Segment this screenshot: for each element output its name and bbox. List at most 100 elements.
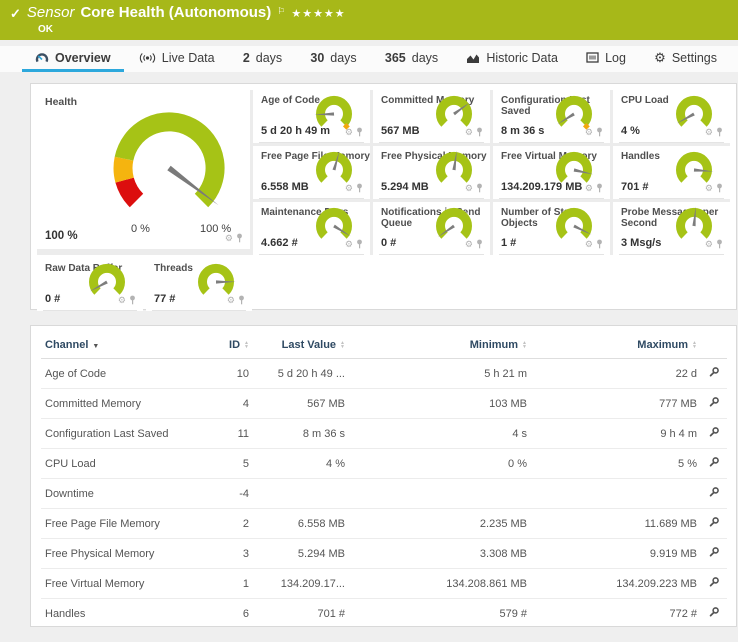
channel-settings-button[interactable] [708,516,720,528]
cell-last_value: 6.558 MB [253,509,349,539]
tab-365-days[interactable]: 365days [372,46,451,72]
cell-minimum: 3.308 MB [349,539,531,569]
table-row-downtime: Downtime-4 [41,479,727,509]
gear-icon[interactable]: ⚙ [585,240,593,249]
channel-settings-button[interactable] [708,606,720,618]
gear-icon[interactable]: ⚙ [345,128,353,137]
sort-arrows-icon: ▲▼ [692,341,697,349]
cell-actions [701,359,727,389]
pin-icon[interactable] [356,239,363,249]
health-gauge-panel: Health 0 % 100 % 100 % ⚙ [37,90,250,249]
pin-icon[interactable] [596,127,603,137]
gear-icon[interactable]: ⚙ [705,240,713,249]
tab-historic-data[interactable]: Historic Data [453,46,571,72]
cell-channel: Age of Code [41,359,209,389]
cell-last_value: 8 m 36 s [253,419,349,449]
channel-settings-button[interactable] [708,546,720,558]
pin-icon[interactable] [596,183,603,193]
column-header-channel[interactable]: Channel▼ [41,330,209,359]
gear-icon[interactable]: ⚙ [585,128,593,137]
cell-last_value: 4 % [253,449,349,479]
cell-actions [701,599,727,628]
gear-icon[interactable]: ⚙ [345,240,353,249]
column-header-maximum[interactable]: Maximum▲▼ [531,330,701,359]
tab-number: 30 [310,51,324,65]
cell-maximum: 9.919 MB [531,539,701,569]
gear-icon[interactable]: ⚙ [465,128,473,137]
column-header-minimum[interactable]: Minimum▲▼ [349,330,531,359]
tab-log[interactable]: Log [573,46,639,72]
channel-settings-button[interactable] [708,456,720,468]
cell-maximum: 777 MB [531,389,701,419]
sort-arrows-icon: ▲▼ [522,341,527,349]
gear-icon[interactable]: ⚙ [705,184,713,193]
tab-2-days[interactable]: 2days [230,46,295,72]
gear-icon[interactable]: ⚙ [705,128,713,137]
gauge-title: Threads [154,263,193,274]
pin-icon[interactable] [716,183,723,193]
gear-icon[interactable]: ⚙ [227,296,235,305]
pin-icon[interactable] [356,183,363,193]
cell-channel: Committed Memory [41,389,209,419]
channel-settings-button[interactable] [708,576,720,588]
cell-minimum: 4 s [349,419,531,449]
pin-icon[interactable] [476,239,483,249]
cell-last_value [253,479,349,509]
gear-icon[interactable]: ⚙ [345,184,353,193]
cell-channel: Free Physical Memory [41,539,209,569]
cell-minimum: 134.208.861 MB [349,569,531,599]
gear-icon[interactable]: ⚙ [585,184,593,193]
wrench-icon [708,456,720,468]
gear-icon[interactable]: ⚙ [225,234,233,243]
channel-settings-button[interactable] [708,426,720,438]
channel-settings-button[interactable] [708,486,720,498]
cell-channel: Handles [41,599,209,628]
tab-live-data[interactable]: Live Data [126,46,228,72]
cell-actions [701,539,727,569]
health-gauge-value: 100 % [45,230,78,242]
channel-settings-button[interactable] [708,366,720,378]
gauge-panel-committed-memory: Committed Memory567 MB ⚙ [373,90,490,143]
column-header-id[interactable]: ID▲▼ [209,330,253,359]
cell-maximum: 5 % [531,449,701,479]
tab-settings[interactable]: ⚙Settings [641,46,730,72]
pin-icon[interactable] [238,295,245,305]
wrench-icon [708,546,720,558]
sort-arrows-icon: ▲▼ [340,341,345,349]
pin-icon[interactable] [476,183,483,193]
gear-icon[interactable]: ⚙ [465,240,473,249]
gauge-value: 3 Msg/s [621,237,661,249]
cell-last_value: 134.209.17... [253,569,349,599]
gauge-panel-free-virtual-memory: Free Virtual Memory134.209.179 MB ⚙ [493,146,610,199]
cell-maximum: 22 d [531,359,701,389]
priority-stars[interactable]: ★★★★★ [291,5,345,23]
cell-channel: Free Virtual Memory [41,569,209,599]
gauge-value: 4.662 # [261,237,298,249]
channel-settings-button[interactable] [708,396,720,408]
gauge-value: 0 # [381,237,396,249]
pin-icon[interactable] [356,127,363,137]
flag-icon[interactable]: ⚐ [277,2,285,20]
table-row-free-physical-memory: Free Physical Memory35.294 MB3.308 MB9.9… [41,539,727,569]
sort-arrows-icon: ▲▼ [244,341,249,349]
pin-icon[interactable] [596,239,603,249]
wrench-icon [708,606,720,618]
cell-minimum: 0 % [349,449,531,479]
pin-icon[interactable] [476,127,483,137]
pin-icon[interactable] [236,233,243,243]
gear-icon[interactable]: ⚙ [118,296,126,305]
tab-label: Live Data [162,51,215,65]
table-row-free-page-file-memory: Free Page File Memory26.558 MB2.235 MB11… [41,509,727,539]
pin-icon[interactable] [716,127,723,137]
pin-icon[interactable] [129,295,136,305]
tab-30-days[interactable]: 30days [297,46,369,72]
cell-last_value: 701 # [253,599,349,628]
wrench-icon [708,516,720,528]
gear-icon[interactable]: ⚙ [465,184,473,193]
column-header-last_value[interactable]: Last Value▲▼ [253,330,349,359]
pin-icon[interactable] [716,239,723,249]
tab-overview[interactable]: Overview [22,46,124,72]
sensor-kind-label: Sensor [27,4,75,22]
cell-actions [701,449,727,479]
tab-number: 2 [243,51,250,65]
